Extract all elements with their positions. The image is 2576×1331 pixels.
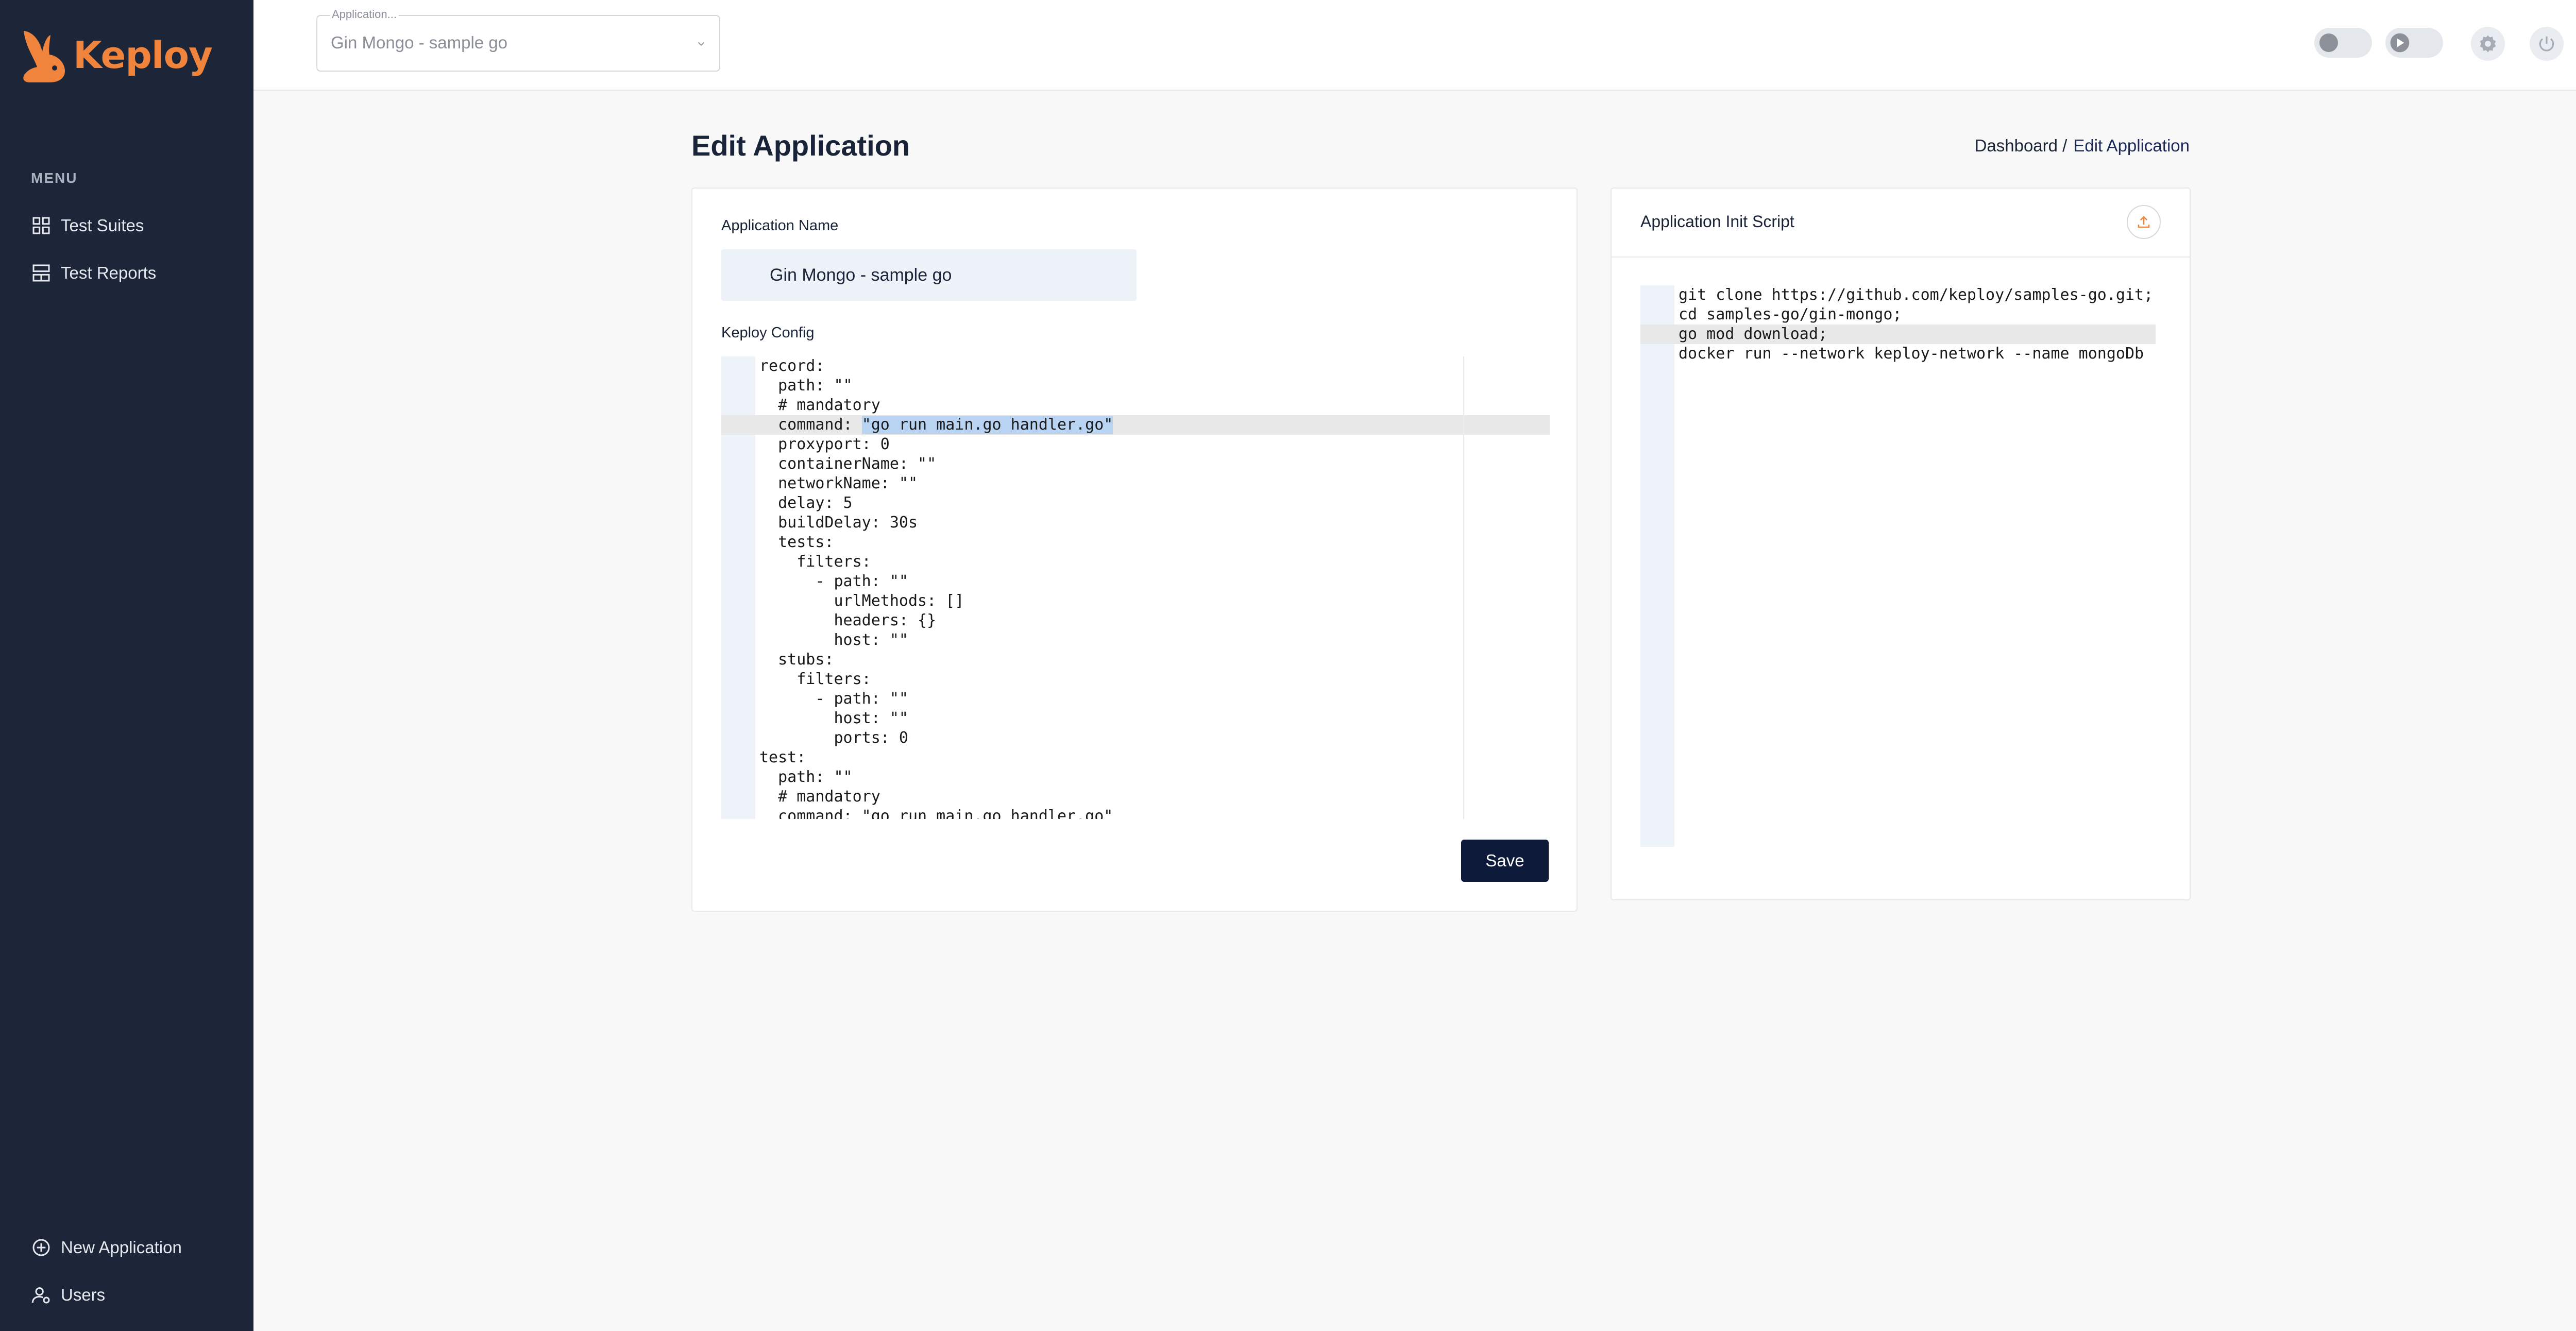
code-line: record: [759,357,825,375]
code-line: path: "" [759,768,853,786]
sidebar: Keploy MENU Test Suites Test Reports New… [0,0,253,1331]
keploy-rabbit-icon [23,31,65,82]
grid-icon [32,217,50,234]
menu-title: MENU [31,170,78,186]
sidebar-item-new-application[interactable]: New Application [31,1233,182,1262]
sidebar-item-label: Test Reports [61,263,157,282]
breadcrumb: Dashboard / Edit Application [1975,136,2190,156]
code-line: - path: "" [759,690,908,708]
code-line: # mandatory [759,788,880,806]
keploy-config-editor[interactable]: record: path: "" # mandatory command: "g… [721,356,1550,819]
logo-text: Keploy [73,33,213,77]
print-margin [1463,356,1464,819]
selected-text: "go run main.go handler.go" [861,416,1113,434]
code-line: filters: [759,670,871,688]
code-line: go mod download; [1679,325,1827,343]
user-gear-icon [31,1287,50,1304]
code-line: docker run --network keploy-network --na… [1679,345,2156,363]
code-line: - path: "" [759,572,908,590]
sidebar-item-label: Users [61,1285,106,1304]
code-line: git clone https://github.com/keploy/samp… [1679,286,2154,304]
sidebar-item-test-reports[interactable]: Test Reports [31,259,156,287]
code-line: cd samples-go/gin-mongo; [1679,305,1902,323]
breadcrumb-current: Edit Application [2073,136,2190,155]
init-script-header: Application Init Script [1612,189,2190,258]
play-icon [2390,33,2410,53]
code-line: host: "" [759,631,908,649]
code-line: urlMethods: [] [759,592,964,610]
init-script-editor[interactable]: git clone https://github.com/keploy/samp… [1640,285,2156,847]
code-text: command: [759,416,862,434]
code-line: stubs: [759,651,834,669]
code-line: filters: [759,553,871,571]
application-name-label: Application Name [721,217,839,234]
code-line: host: "" [759,709,908,727]
application-name-input[interactable]: Gin Mongo - sample go [721,249,1137,301]
play-toggle[interactable] [2385,28,2443,58]
code-line: # mandatory [759,396,880,414]
code-line: test: [759,748,806,766]
upload-script-button[interactable] [2127,205,2161,239]
save-button[interactable]: Save [1461,840,1549,882]
plus-circle-icon [32,1239,50,1256]
application-select-label: Application... [330,8,399,21]
toggle-knob [2319,33,2338,52]
chevron-down-icon [698,42,705,46]
code-line: proxyport: 0 [759,435,890,453]
edit-application-card: Application Name Gin Mongo - sample go K… [691,187,1578,912]
sidebar-item-label: Test Suites [61,216,144,235]
application-select-value: Gin Mongo - sample go [331,33,508,52]
theme-toggle[interactable] [2314,28,2372,58]
settings-button[interactable] [2471,27,2505,61]
code-line: command: "go run main.go handler.go" [759,807,1113,819]
keploy-config-label: Keploy Config [721,325,815,341]
logo[interactable]: Keploy [19,27,213,83]
power-icon [2539,36,2554,52]
sidebar-item-users[interactable]: Users [31,1281,105,1309]
topbar: Application... Gin Mongo - sample go [253,0,2576,91]
init-script-card: Application Init Script git clone https:… [1611,187,2191,900]
code-line: containerName: "" [759,455,937,473]
page-title: Edit Application [691,129,910,162]
editor-gutter [1640,285,1674,847]
code-line: tests: [759,533,834,551]
code-line: ports: 0 [759,729,908,747]
code-line: headers: {} [759,611,937,629]
code-line: command: "go run main.go handler.go" [759,415,1113,435]
code-line: buildDelay: 30s [759,514,918,532]
code-line: networkName: "" [759,474,918,492]
upload-icon [2138,216,2150,228]
code-line: delay: 5 [759,494,853,512]
sidebar-item-test-suites[interactable]: Test Suites [31,211,144,240]
logout-button[interactable] [2530,27,2564,61]
reports-icon [32,264,50,282]
sidebar-item-label: New Application [61,1238,182,1257]
gear-icon [2480,35,2496,53]
application-name-value: Gin Mongo - sample go [770,265,952,285]
application-select[interactable]: Application... Gin Mongo - sample go [316,8,720,72]
breadcrumb-dashboard[interactable]: Dashboard / [1975,136,2067,156]
code-line: path: "" [759,377,853,395]
init-script-title: Application Init Script [1640,212,1794,231]
